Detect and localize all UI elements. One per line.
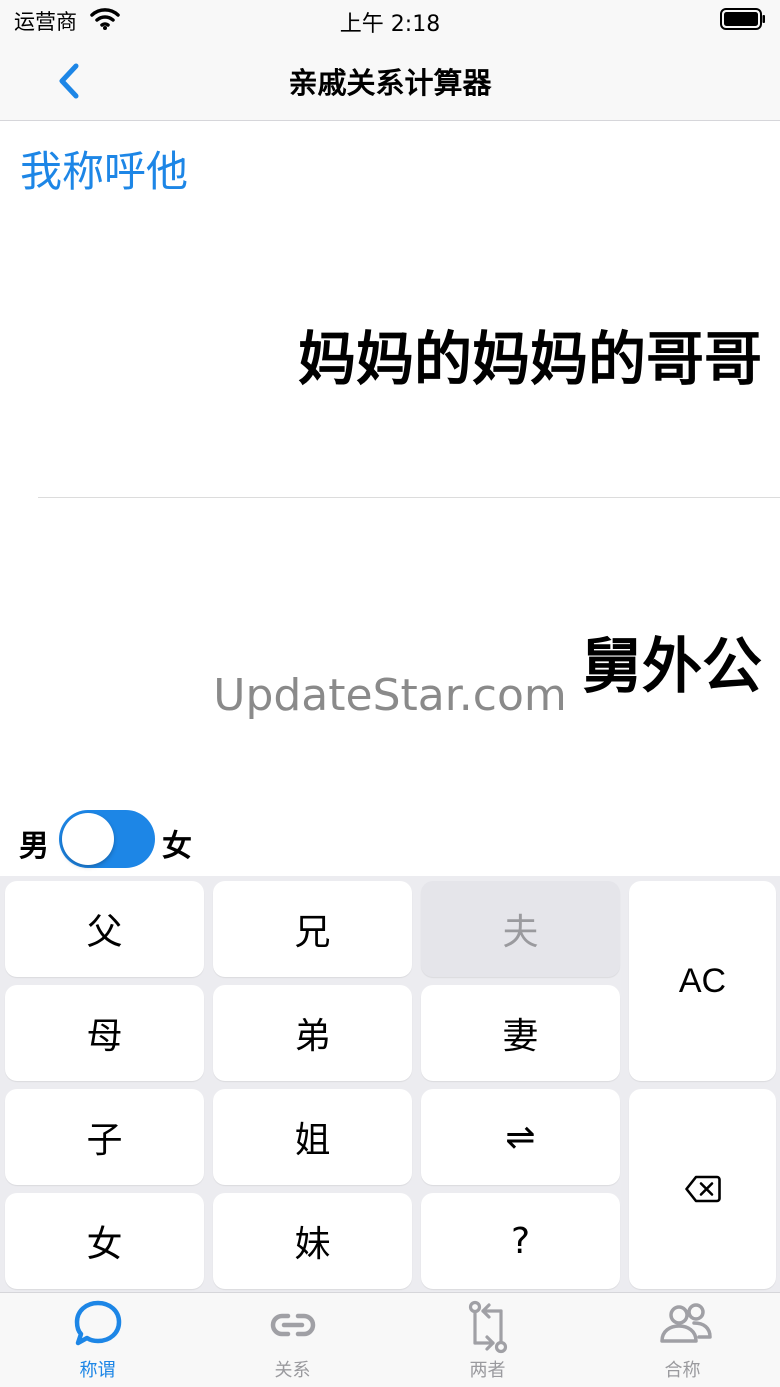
- link-icon: [270, 1313, 316, 1337]
- key-elder-brother[interactable]: 兄: [213, 881, 412, 977]
- swap-button[interactable]: ⇌: [421, 1089, 620, 1185]
- gender-female-label: 女: [162, 829, 192, 864]
- compare-arrows-icon: [468, 1300, 508, 1354]
- key-daughter[interactable]: 女: [5, 1193, 204, 1289]
- toggle-knob: [62, 813, 114, 865]
- battery-icon: [720, 8, 765, 30]
- people-icon: [660, 1303, 712, 1343]
- clear-all-button[interactable]: AC: [629, 881, 776, 1081]
- tab-both[interactable]: 两者: [390, 1293, 585, 1387]
- page-title: 亲戚关系计算器: [288, 66, 492, 100]
- key-younger-brother[interactable]: 弟: [213, 985, 412, 1081]
- gender-male-label: 男: [19, 829, 49, 864]
- divider: [38, 497, 780, 498]
- tab-label: 合称: [664, 1360, 701, 1381]
- tab-collective-name[interactable]: 合称: [585, 1293, 780, 1387]
- key-elder-sister[interactable]: 姐: [213, 1089, 412, 1185]
- key-husband[interactable]: 夫: [421, 881, 620, 977]
- navigation-bar: 亲戚关系计算器: [0, 40, 780, 121]
- status-bar: 运营商 上午 2:18: [0, 0, 780, 40]
- relation-expression: 妈妈的妈妈的哥哥: [297, 325, 762, 393]
- status-time: 上午 2:18: [339, 12, 441, 37]
- tab-label: 两者: [469, 1360, 506, 1381]
- chat-bubble-icon: [74, 1300, 122, 1346]
- watermark: UpdateStar.com: [213, 670, 567, 721]
- backspace-button[interactable]: [629, 1089, 776, 1289]
- gender-toggle[interactable]: [59, 810, 155, 868]
- key-father[interactable]: 父: [5, 881, 204, 977]
- help-button[interactable]: ?: [421, 1193, 620, 1289]
- call-him-label: 我称呼他: [20, 147, 189, 196]
- key-younger-sister[interactable]: 妹: [213, 1193, 412, 1289]
- key-wife[interactable]: 妻: [421, 985, 620, 1081]
- tab-label: 称谓: [79, 1360, 116, 1381]
- key-mother[interactable]: 母: [5, 985, 204, 1081]
- relation-keypad: 父 兄 夫 AC 母 弟 妻 子 姐 ⇌ 女 妹 ?: [0, 876, 780, 1292]
- backspace-icon: [684, 1175, 721, 1203]
- tab-appellation[interactable]: 称谓: [0, 1293, 195, 1387]
- tab-label: 关系: [274, 1360, 311, 1381]
- gender-switch-row: 男 女: [0, 808, 780, 870]
- tab-relation[interactable]: 关系: [195, 1293, 390, 1387]
- tab-bar: 称谓 关系 两者 合称: [0, 1292, 780, 1387]
- key-son[interactable]: 子: [5, 1089, 204, 1185]
